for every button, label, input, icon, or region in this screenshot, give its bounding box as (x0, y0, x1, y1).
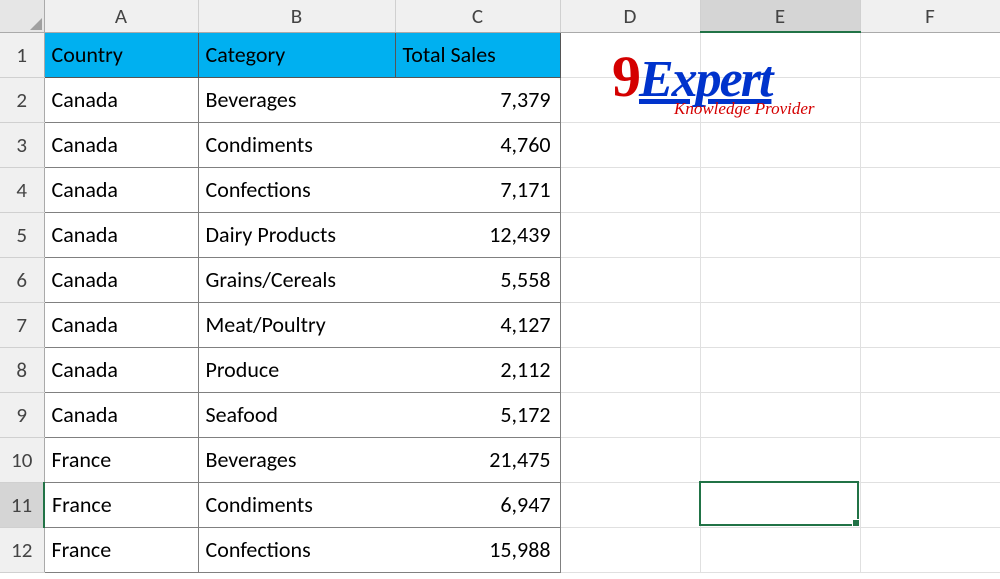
cell-b5[interactable]: Dairy Products (198, 212, 395, 257)
select-all-corner[interactable] (0, 0, 44, 32)
row-header-8[interactable]: 8 (0, 347, 44, 392)
cell-e4[interactable] (700, 167, 860, 212)
cell-f11[interactable] (860, 482, 1000, 527)
cell-a7[interactable]: Canada (44, 302, 198, 347)
cell-d8[interactable] (560, 347, 700, 392)
cell-d6[interactable] (560, 257, 700, 302)
column-header-b[interactable]: B (198, 0, 395, 32)
cell-b1[interactable]: Category (198, 32, 395, 77)
cell-b9[interactable]: Seafood (198, 392, 395, 437)
cell-e7[interactable] (700, 302, 860, 347)
row-header-4[interactable]: 4 (0, 167, 44, 212)
cell-d9[interactable] (560, 392, 700, 437)
cell-b4[interactable]: Confections (198, 167, 395, 212)
cell-d10[interactable] (560, 437, 700, 482)
row-header-2[interactable]: 2 (0, 77, 44, 122)
cell-c6[interactable]: 5,558 (395, 257, 560, 302)
row-header-10[interactable]: 10 (0, 437, 44, 482)
cell-f5[interactable] (860, 212, 1000, 257)
cell-d7[interactable] (560, 302, 700, 347)
cell-d4[interactable] (560, 167, 700, 212)
cell-b12[interactable]: Confections (198, 527, 395, 572)
cell-a1[interactable]: Country (44, 32, 198, 77)
cell-f12[interactable] (860, 527, 1000, 572)
cell-c8[interactable]: 2,112 (395, 347, 560, 392)
cell-d11[interactable] (560, 482, 700, 527)
cell-b8[interactable]: Produce (198, 347, 395, 392)
cell-f2[interactable] (860, 77, 1000, 122)
row-header-12[interactable]: 12 (0, 527, 44, 572)
cell-c12[interactable]: 15,988 (395, 527, 560, 572)
logo-nine: 9 (612, 44, 639, 109)
column-header-e[interactable]: E (700, 0, 860, 32)
cell-c5[interactable]: 12,439 (395, 212, 560, 257)
cell-b3[interactable]: Condiments (198, 122, 395, 167)
cell-d3[interactable] (560, 122, 700, 167)
row-header-3[interactable]: 3 (0, 122, 44, 167)
column-header-f[interactable]: F (860, 0, 1000, 32)
cell-b6[interactable]: Grains/Cereals (198, 257, 395, 302)
cell-a2[interactable]: Canada (44, 77, 198, 122)
cell-c11[interactable]: 6,947 (395, 482, 560, 527)
row-header-7[interactable]: 7 (0, 302, 44, 347)
cell-c9[interactable]: 5,172 (395, 392, 560, 437)
column-header-d[interactable]: D (560, 0, 700, 32)
row-header-6[interactable]: 6 (0, 257, 44, 302)
cell-c7[interactable]: 4,127 (395, 302, 560, 347)
cell-b10[interactable]: Beverages (198, 437, 395, 482)
row-header-1[interactable]: 1 (0, 32, 44, 77)
nineexpert-logo: 9Expert Knowledge Provider (612, 43, 771, 110)
cell-e11[interactable] (700, 482, 860, 527)
cell-a10[interactable]: France (44, 437, 198, 482)
row-header-5[interactable]: 5 (0, 212, 44, 257)
column-header-a[interactable]: A (44, 0, 198, 32)
row-header-11[interactable]: 11 (0, 482, 44, 527)
cell-f9[interactable] (860, 392, 1000, 437)
cell-f10[interactable] (860, 437, 1000, 482)
cell-e9[interactable] (700, 392, 860, 437)
cell-e12[interactable] (700, 527, 860, 572)
cell-b7[interactable]: Meat/Poultry (198, 302, 395, 347)
cell-f3[interactable] (860, 122, 1000, 167)
cell-a11[interactable]: France (44, 482, 198, 527)
cell-f1[interactable] (860, 32, 1000, 77)
cell-a3[interactable]: Canada (44, 122, 198, 167)
cell-d12[interactable] (560, 527, 700, 572)
cell-c10[interactable]: 21,475 (395, 437, 560, 482)
cell-e6[interactable] (700, 257, 860, 302)
column-header-c[interactable]: C (395, 0, 560, 32)
cell-e3[interactable] (700, 122, 860, 167)
cell-f6[interactable] (860, 257, 1000, 302)
cell-c4[interactable]: 7,171 (395, 167, 560, 212)
cell-f8[interactable] (860, 347, 1000, 392)
cell-a6[interactable]: Canada (44, 257, 198, 302)
cell-c1[interactable]: Total Sales (395, 32, 560, 77)
cell-a4[interactable]: Canada (44, 167, 198, 212)
cell-a8[interactable]: Canada (44, 347, 198, 392)
cell-a9[interactable]: Canada (44, 392, 198, 437)
cell-e5[interactable] (700, 212, 860, 257)
cell-a12[interactable]: France (44, 527, 198, 572)
cell-b2[interactable]: Beverages (198, 77, 395, 122)
cell-c3[interactable]: 4,760 (395, 122, 560, 167)
logo-tagline: Knowledge Provider (674, 99, 815, 119)
cell-b11[interactable]: Condiments (198, 482, 395, 527)
cell-e8[interactable] (700, 347, 860, 392)
cell-d5[interactable] (560, 212, 700, 257)
spreadsheet-grid[interactable]: A B C D E F 1 Country Category Total Sal… (0, 0, 1000, 573)
cell-f4[interactable] (860, 167, 1000, 212)
row-header-9[interactable]: 9 (0, 392, 44, 437)
cell-f7[interactable] (860, 302, 1000, 347)
cell-e10[interactable] (700, 437, 860, 482)
cell-c2[interactable]: 7,379 (395, 77, 560, 122)
cell-a5[interactable]: Canada (44, 212, 198, 257)
